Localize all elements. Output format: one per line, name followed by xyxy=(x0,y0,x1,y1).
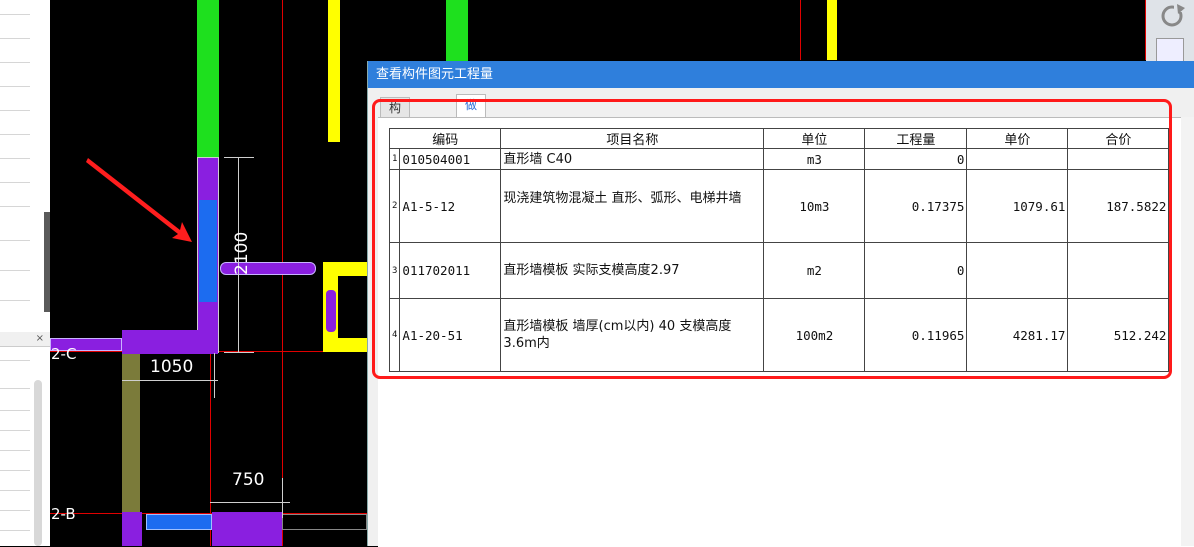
dim-line xyxy=(122,380,218,381)
wall-yellow-inner xyxy=(338,276,367,338)
axis-label-2b: 2-B xyxy=(51,505,76,523)
wall-olive xyxy=(122,354,140,514)
close-icon[interactable]: × xyxy=(36,333,50,344)
selected-wall-highlight xyxy=(199,200,217,302)
highlight-annotation xyxy=(372,99,1172,379)
wall-purple xyxy=(122,330,218,354)
dim-line xyxy=(224,352,254,353)
axis-label-2c: 2-C xyxy=(51,345,77,363)
left-panel-header: × xyxy=(0,332,50,347)
dimension-750: 750 xyxy=(232,470,265,490)
grid-line xyxy=(800,0,801,60)
arrow-annotation-icon xyxy=(86,158,192,242)
dim-line xyxy=(224,157,254,158)
refresh-icon[interactable] xyxy=(1158,2,1186,30)
wall-outline xyxy=(282,514,367,530)
wall-yellow xyxy=(827,0,837,60)
dialog-scrollbar[interactable] xyxy=(1181,117,1194,546)
right-toolbar xyxy=(1146,0,1194,70)
dialog-title: 查看构件图元工程量 xyxy=(368,61,1194,88)
left-panel-scrollbar[interactable] xyxy=(34,380,42,546)
dim-line xyxy=(214,353,215,398)
dim-line xyxy=(282,478,283,518)
wall-purple xyxy=(122,512,142,546)
wall-green xyxy=(197,0,219,157)
wall-blue xyxy=(146,514,212,530)
dim-line xyxy=(210,502,290,503)
wall-green xyxy=(446,0,468,61)
wall-yellow xyxy=(328,0,340,142)
left-panel xyxy=(0,0,50,546)
wall-purple xyxy=(326,290,336,332)
dimension-2100: 2100 xyxy=(232,231,252,275)
dimension-1050: 1050 xyxy=(150,357,194,377)
wall-purple xyxy=(212,512,282,546)
